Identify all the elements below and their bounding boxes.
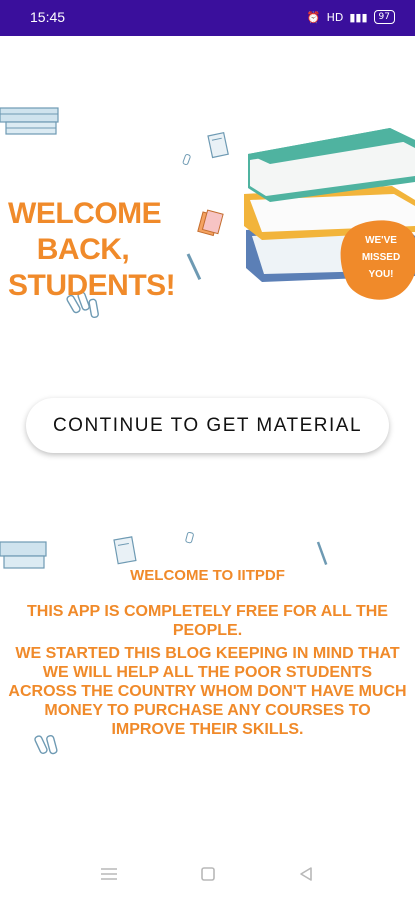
battery-icon: 97 (373, 10, 395, 24)
pencil-doodle-icon (316, 541, 328, 565)
welcome-hero: WELCOME BACK, STUDENTS! WE'VE MISSED YOU… (0, 36, 415, 336)
status-icons: ⏰ HD ▮▮▮ 97 (307, 10, 395, 24)
missed-you-text: WE'VE MISSED YOU! (361, 235, 401, 280)
signal-icon: ▮▮▮ (349, 10, 368, 24)
back-icon[interactable] (294, 862, 318, 886)
info-free-line: THIS APP IS COMPLETELY FREE FOR ALL THE … (27, 603, 388, 639)
alarm-icon: ⏰ (306, 10, 321, 24)
hd-icon: HD (326, 10, 344, 24)
pencil-doodle-icon (186, 253, 202, 281)
notebook-doodle-icon (207, 131, 229, 159)
status-bar: 15:45 ⏰ HD ▮▮▮ 97 (0, 0, 415, 36)
system-nav-bar (0, 850, 415, 900)
clip-doodle-icon (182, 154, 191, 166)
info-title: WELCOME TO IITPDF (130, 567, 285, 584)
info-paragraph: WE STARTED THIS BLOG KEEPING IN MIND THA… (8, 645, 407, 738)
continue-button[interactable]: CONTINUE TO GET MATERIAL (26, 398, 389, 453)
books-doodle-icon (0, 107, 59, 135)
note-cards-icon (197, 209, 224, 237)
notebook-doodle-icon (113, 536, 137, 565)
status-time: 15:45 (30, 9, 66, 25)
info-section: WELCOME TO IITPDF THIS APP IS COMPLETELY… (0, 520, 415, 780)
books-doodle-icon (0, 541, 47, 569)
clip-doodle-icon (185, 531, 194, 544)
welcome-title: WELCOME BACK, STUDENTS! (8, 197, 176, 302)
menu-icon[interactable] (97, 862, 121, 886)
home-icon[interactable] (196, 862, 220, 886)
